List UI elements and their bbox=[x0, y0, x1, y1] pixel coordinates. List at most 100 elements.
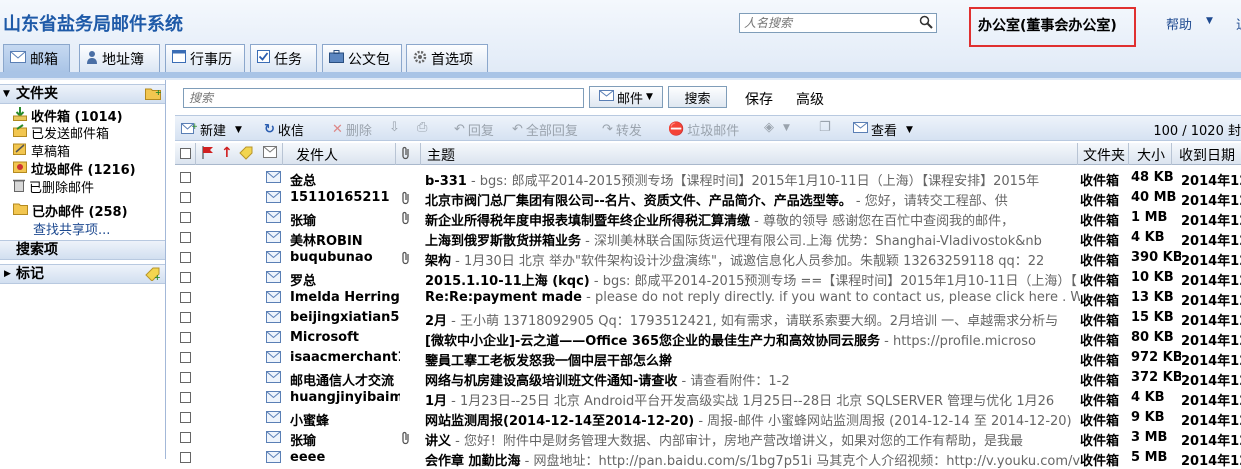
row-checkbox[interactable] bbox=[180, 232, 191, 243]
table-row[interactable]: 邮电通信人才交流 网络与机房建设高级培训班文件通知-请查收 - 请查看附件：1-2… bbox=[175, 368, 1241, 389]
reply-all-icon: ↶ bbox=[512, 122, 523, 137]
find-shared-link[interactable]: 查找共享项... bbox=[33, 219, 110, 238]
help-link[interactable]: 帮助 bbox=[1166, 14, 1192, 33]
window-button[interactable]: ❐ bbox=[819, 120, 831, 135]
chevron-down-icon[interactable]: ▼ bbox=[235, 125, 242, 135]
tags-header[interactable]: ▶ 标记 + bbox=[0, 264, 165, 284]
logout-link[interactable]: 退 bbox=[1236, 14, 1241, 33]
tab-calendar[interactable]: 行事历 bbox=[165, 44, 245, 72]
table-row[interactable]: 15110165211 北京市阀门总厂集团有限公司--名片、资质文件、产品简介、产… bbox=[175, 188, 1241, 209]
mail-search-input[interactable] bbox=[184, 89, 579, 107]
view-button[interactable]: 查看 ▼ bbox=[853, 120, 913, 139]
tab-address-book[interactable]: 地址簿 bbox=[79, 44, 160, 72]
priority-icon[interactable]: ↑ bbox=[221, 145, 233, 161]
search-button[interactable]: 搜索 bbox=[668, 86, 727, 108]
table-row[interactable]: Imelda Herring Re:Re:payment made - pleas… bbox=[175, 288, 1241, 309]
table-row[interactable]: 小蜜蜂 网站监测周报(2014-12-14至2014-12-20) - 周报-邮件… bbox=[175, 408, 1241, 429]
tag-column-icon[interactable] bbox=[239, 146, 253, 164]
column-subject[interactable]: 主题 bbox=[427, 145, 455, 165]
row-checkbox[interactable] bbox=[180, 272, 191, 283]
row-checkbox[interactable] bbox=[180, 352, 191, 363]
row-checkbox[interactable] bbox=[180, 312, 191, 323]
people-search-input[interactable] bbox=[740, 14, 920, 32]
size-cell: 80 KB bbox=[1131, 330, 1174, 345]
table-row[interactable]: Microsoft [微软中小企业]-云之道——Office 365您企业的最佳生… bbox=[175, 328, 1241, 349]
tab-briefcase[interactable]: 公文包 bbox=[322, 44, 402, 72]
new-folder-icon[interactable]: + bbox=[145, 87, 162, 106]
table-row[interactable]: 张瑜 新企业所得税年度申报表填制暨年终企业所得税汇算清缴 - 尊敬的领导 感谢您在… bbox=[175, 208, 1241, 229]
table-row[interactable]: 张瑜 讲义 - 您好！附件中是财务管理大数据、内部审计，房地产营改增讲义，如果对您… bbox=[175, 428, 1241, 449]
tag-button[interactable]: ◈ ▼ bbox=[764, 120, 790, 135]
print-button[interactable]: ⎙ bbox=[417, 120, 427, 135]
column-size[interactable]: 大小 bbox=[1137, 145, 1165, 165]
sender-cell: 金总 bbox=[290, 174, 317, 189]
tag-icon[interactable]: + bbox=[145, 267, 161, 287]
row-checkbox[interactable] bbox=[180, 432, 191, 443]
forward-button[interactable]: ↷ 转发 bbox=[602, 120, 642, 139]
sender-cell: 邮电通信人才交流 bbox=[290, 374, 395, 389]
reply-all-label: 全部回复 bbox=[525, 124, 578, 139]
reply-all-button[interactable]: ↶ 全部回复 bbox=[512, 120, 578, 139]
read-status-icon[interactable] bbox=[263, 146, 277, 162]
table-row[interactable]: 金总 b-331 - bgs: 郎咸平2014-2015预测专场【课程时间】201… bbox=[175, 168, 1241, 189]
receive-button[interactable]: ↻ 收信 bbox=[264, 120, 304, 139]
people-search-box[interactable] bbox=[739, 13, 937, 33]
chevron-down-icon[interactable]: ▼ bbox=[1206, 16, 1213, 26]
table-row[interactable]: 美林ROBIN 上海到俄罗斯散货拼箱业务 - 深圳美林联合国际货运代理有限公司.上… bbox=[175, 228, 1241, 249]
advanced-search-link[interactable]: 高级 bbox=[796, 89, 824, 109]
folder-junk[interactable]: 垃圾邮件 (1216) bbox=[13, 159, 136, 178]
office-name[interactable]: 办公室(董事会办公室) bbox=[978, 15, 1117, 35]
table-row[interactable]: 罗总 2015.1.10-11上海 (kqc) - bgs: 郎咸平2014-20… bbox=[175, 268, 1241, 289]
table-row[interactable]: isaacmerchant1 鑒員工搴工老板发怒我一個中层干部怎么擀 收件箱 972 … bbox=[175, 348, 1241, 369]
folder-sent[interactable]: 已发送邮件箱 bbox=[13, 123, 109, 142]
preview-text: - bgs: 郎咸平2014-2015预测专场【课程时间】2015年1月10-1… bbox=[466, 174, 1040, 189]
folder-processed[interactable]: 已办邮件 (258) bbox=[13, 201, 128, 220]
table-row[interactable]: eeee 会作章 加勤比海 - 网盘地址：http://pan.baidu.com… bbox=[175, 448, 1241, 469]
folders-header[interactable]: ▼ 文件夹 + bbox=[0, 84, 165, 104]
chevron-down-icon[interactable]: ▼ bbox=[3, 85, 10, 104]
column-sender[interactable]: 发件人 bbox=[296, 145, 338, 165]
row-checkbox[interactable] bbox=[180, 372, 191, 383]
reply-button[interactable]: ↶ 回复 bbox=[454, 120, 494, 139]
row-checkbox[interactable] bbox=[180, 452, 191, 463]
table-row[interactable]: beijingxiatian55 2月 - 王小萌 13718092905 Qq：… bbox=[175, 308, 1241, 329]
attachment-column-icon[interactable] bbox=[401, 146, 411, 164]
row-checkbox[interactable] bbox=[180, 192, 191, 203]
mail-search-box[interactable] bbox=[183, 88, 584, 108]
sender-cell: 罗总 bbox=[290, 274, 317, 289]
table-row[interactable]: huangjinyibaimi 1月 - 1月23日--25日 北京 Androi… bbox=[175, 388, 1241, 409]
tab-tasks[interactable]: 任务 bbox=[250, 44, 317, 72]
tab-preferences[interactable]: 首选项 bbox=[406, 44, 488, 72]
row-checkbox[interactable] bbox=[180, 212, 191, 223]
folder-cell: 收件箱 bbox=[1080, 314, 1120, 329]
table-row[interactable]: buqubunao 架构 - 1月30日 北京 举办"软件架构设计沙盘演练"，诚邀… bbox=[175, 248, 1241, 269]
reply-label: 回复 bbox=[467, 124, 494, 139]
subject-text: 上海到俄罗斯散货拼箱业务 bbox=[425, 234, 582, 249]
row-checkbox[interactable] bbox=[180, 412, 191, 423]
select-all-checkbox[interactable] bbox=[180, 148, 191, 159]
folder-drafts[interactable]: 草稿箱 bbox=[13, 141, 70, 160]
save-search-link[interactable]: 保存 bbox=[745, 89, 773, 109]
search-items-header[interactable]: 搜索项 bbox=[0, 240, 165, 260]
size-cell: 3 MB bbox=[1131, 430, 1168, 445]
unread-envelope-icon bbox=[266, 231, 281, 247]
new-button[interactable]: + 新建 ▼ bbox=[181, 120, 242, 139]
row-checkbox[interactable] bbox=[180, 172, 191, 183]
size-cell: 4 KB bbox=[1131, 230, 1165, 245]
row-checkbox[interactable] bbox=[180, 332, 191, 343]
row-checkbox[interactable] bbox=[180, 392, 191, 403]
magnifier-icon[interactable] bbox=[919, 15, 933, 33]
column-folder[interactable]: 文件夹 bbox=[1083, 145, 1125, 165]
delete-button[interactable]: ✕ 删除 bbox=[332, 120, 372, 139]
chevron-right-icon[interactable]: ▶ bbox=[4, 265, 11, 284]
tab-mailbox[interactable]: 邮箱 bbox=[3, 44, 70, 72]
move-button[interactable]: ⇩ bbox=[389, 120, 400, 135]
column-date[interactable]: 收到日期 bbox=[1179, 145, 1235, 165]
folder-trash[interactable]: 已删除邮件 bbox=[13, 177, 94, 196]
junk-button[interactable]: ⛔ 垃圾邮件 bbox=[668, 120, 739, 139]
row-checkbox[interactable] bbox=[180, 292, 191, 303]
flag-icon[interactable] bbox=[202, 146, 214, 163]
row-checkbox[interactable] bbox=[180, 252, 191, 263]
subject-text: [微软中小企业]-云之道——Office 365您企业的最佳生产力和高效协同云服… bbox=[425, 334, 881, 349]
search-scope-select[interactable]: 邮件 ▼ bbox=[589, 86, 663, 108]
